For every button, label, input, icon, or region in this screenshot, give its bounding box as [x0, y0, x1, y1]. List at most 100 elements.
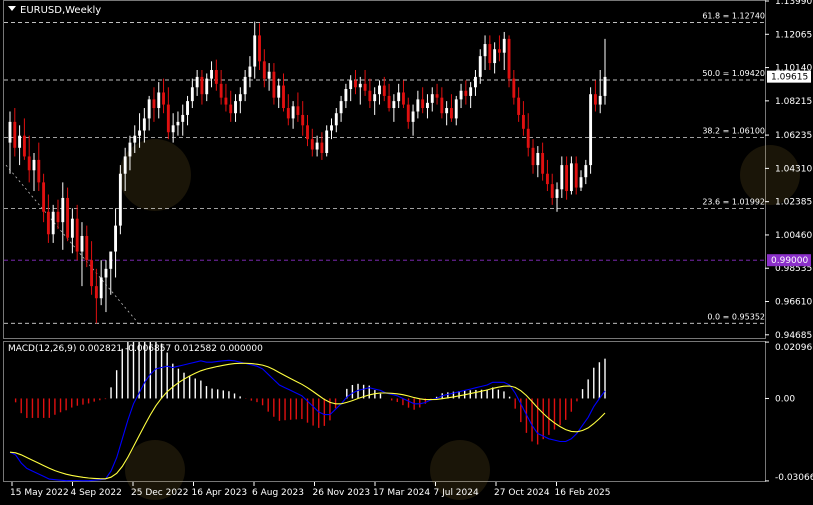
candle-bull: [70, 218, 74, 238]
candle-bear: [46, 211, 50, 235]
chart-window: 61.8 = 1.12740 50.0 = 1.09420 38.2 = 1.061…: [0, 0, 813, 501]
candle-bear: [402, 92, 405, 105]
candle-bull: [459, 90, 463, 100]
candle-bull: [411, 111, 415, 122]
candle-bull: [123, 156, 127, 174]
candle-bear: [27, 156, 31, 171]
candle-bull: [373, 94, 377, 102]
candle-bear: [310, 139, 314, 150]
candle-bear: [421, 99, 425, 109]
candle-bear: [488, 44, 492, 64]
candle-bull: [142, 118, 146, 131]
candle-bull: [133, 135, 137, 143]
candle-bear: [94, 286, 98, 299]
candle-bull: [325, 130, 329, 153]
candle-bull: [579, 177, 583, 188]
candle-bear: [282, 85, 285, 109]
candle-bull: [138, 130, 141, 136]
time-axis-label: 15 May 2022: [10, 488, 69, 498]
candle-bull: [248, 66, 252, 77]
candle-bull: [430, 94, 434, 103]
candle-bear: [363, 83, 367, 91]
fib-level-label: 50.0 = 1.09420: [702, 69, 765, 78]
candle-bull: [118, 173, 122, 226]
candle-bull: [397, 92, 401, 102]
candle-bull: [330, 125, 333, 131]
macd-panel-frame: [3, 341, 766, 482]
candle-bull: [416, 99, 420, 112]
price-axis-label: 1.02385: [775, 198, 812, 208]
candle-bull: [603, 76, 607, 96]
symbol-dropdown-icon[interactable]: [8, 6, 16, 11]
candle-bear: [37, 159, 41, 183]
candle-bull: [32, 159, 36, 171]
candle-bear: [224, 97, 228, 105]
candle-bear: [214, 69, 218, 84]
candle-bear: [306, 125, 309, 140]
candle-bear: [258, 35, 261, 62]
candle-bull: [569, 163, 573, 192]
candle-bear: [541, 152, 545, 174]
candle-bull: [8, 121, 12, 143]
candle-bull: [277, 85, 281, 98]
candle-bear: [368, 90, 372, 102]
candle-bear: [301, 114, 305, 126]
candle-bear: [262, 61, 266, 79]
fib-level-label: 61.8 = 1.12740: [702, 12, 765, 21]
candle-bull: [51, 211, 55, 235]
time-axis-label: 16 Apr 2023: [192, 488, 248, 498]
candle-bear: [550, 184, 554, 198]
candle-bull: [205, 78, 209, 95]
time-axis-label: 6 Aug 2023: [252, 488, 304, 498]
price-axis-label: 1.04310: [775, 164, 812, 174]
candle-bear: [75, 218, 79, 252]
candle-bull: [61, 197, 65, 223]
candle-bear: [229, 104, 233, 114]
candle-bear: [406, 104, 410, 122]
candle-bull: [104, 268, 108, 278]
candle-bear: [593, 94, 597, 105]
price-axis-label: 1.12065: [775, 30, 812, 40]
candle-bear: [545, 173, 549, 185]
candle-bull: [598, 95, 602, 105]
price-axis-label: 0.96610: [775, 298, 812, 308]
candle-bull: [195, 76, 199, 88]
candle-bull: [474, 76, 477, 88]
current-price-label: 1.09615: [771, 73, 808, 83]
candle-bull: [445, 108, 449, 114]
macd-axis-label: 0.020967: [775, 343, 813, 353]
price-axis-label: 1.08215: [775, 97, 812, 107]
time-axis-label: 4 Sep 2022: [71, 488, 122, 498]
candle-bull: [109, 251, 113, 269]
candle-bull: [584, 165, 588, 178]
price-axis-label: 1.00460: [775, 231, 812, 241]
fib-level-label: 0.0 = 0.95352: [707, 312, 765, 321]
candle-bear: [526, 128, 530, 148]
candle-bull: [190, 87, 194, 102]
candle-bull: [555, 189, 559, 198]
candle-bull: [99, 277, 103, 299]
candle-bull: [80, 235, 84, 252]
candle-bear: [22, 135, 26, 157]
candle-bear: [565, 165, 569, 192]
candle-bear: [574, 163, 578, 188]
candle-bear: [200, 76, 204, 95]
candle-bear: [521, 114, 525, 129]
candle-bear: [13, 121, 17, 148]
candle-bull: [334, 113, 338, 126]
candle-bull: [502, 38, 506, 53]
candle-bear: [450, 108, 453, 119]
candle-bull: [589, 94, 593, 166]
time-axis-label: 17 Mar 2024: [373, 488, 430, 498]
candle-bear: [286, 108, 290, 119]
candle-bull: [349, 80, 353, 90]
candle-bear: [320, 142, 324, 153]
parity-price-label: 0.99000: [771, 256, 808, 266]
candle-bull: [128, 142, 132, 157]
price-axis-label: 1.13990: [775, 0, 812, 7]
time-axis-label: 27 Oct 2024: [494, 488, 550, 498]
candle-bull: [315, 142, 319, 150]
candle-bear: [382, 85, 386, 96]
candle-bull: [560, 165, 564, 190]
candle-bull: [536, 152, 540, 166]
